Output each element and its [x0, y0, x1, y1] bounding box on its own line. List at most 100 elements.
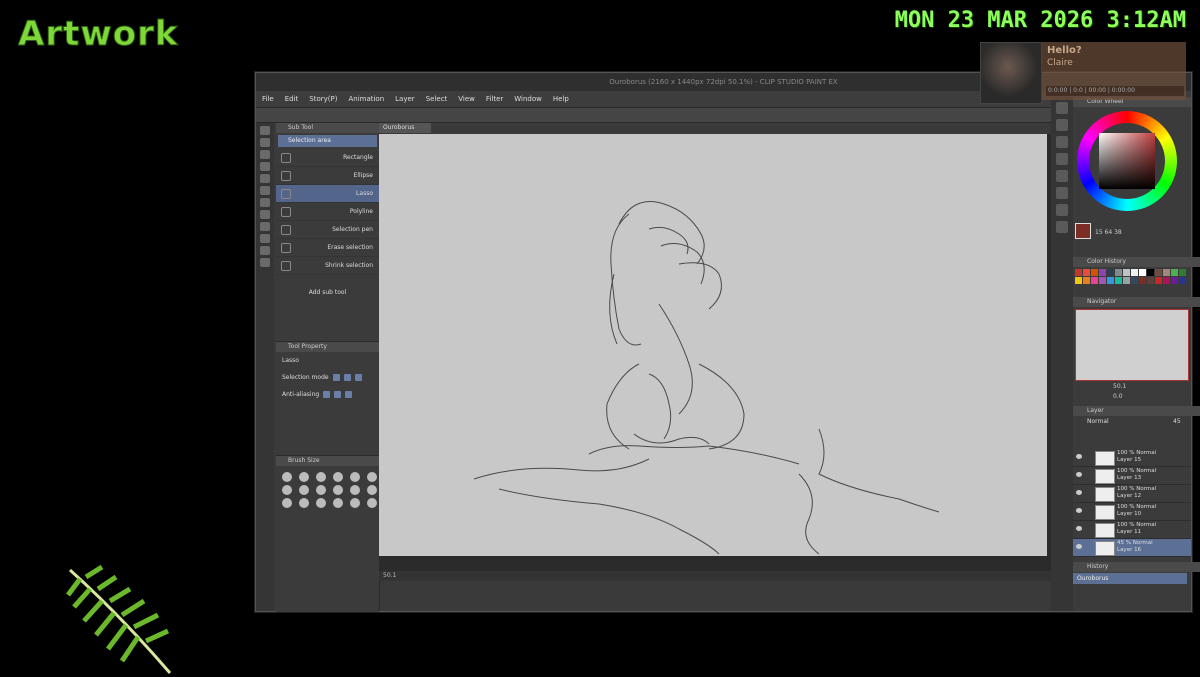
color-history-swatch[interactable]	[1171, 269, 1178, 276]
navigator-preview[interactable]	[1075, 309, 1189, 381]
sub-tool-item[interactable]: Ellipse	[276, 167, 379, 185]
layer-row[interactable]: 100 % Normal Layer 13	[1073, 467, 1191, 485]
color-history-swatch[interactable]	[1099, 269, 1106, 276]
selection-tool-icon[interactable]	[260, 162, 270, 171]
visibility-eye-icon[interactable]	[1076, 508, 1082, 513]
brush-size-preset[interactable]	[299, 485, 309, 495]
menu-layer[interactable]: Layer	[395, 95, 415, 103]
color-history-swatch[interactable]	[1163, 269, 1170, 276]
color-history-swatch[interactable]	[1131, 277, 1138, 284]
brush-size-preset[interactable]	[350, 498, 360, 508]
color-history-swatch[interactable]	[1115, 269, 1122, 276]
menu-file[interactable]: File	[262, 95, 274, 103]
brush-size-preset[interactable]	[350, 472, 360, 482]
drawing-canvas[interactable]	[379, 134, 1047, 556]
fill-tool-icon[interactable]	[260, 234, 270, 243]
sub-tool-item[interactable]: Polyline	[276, 203, 379, 221]
layer-row[interactable]: 100 % Normal Layer 11	[1073, 521, 1191, 539]
brush-size-preset[interactable]	[367, 498, 377, 508]
color-history-swatch[interactable]	[1091, 277, 1098, 284]
brush-size-preset[interactable]	[350, 485, 360, 495]
sub-tool-group[interactable]: Selection area	[278, 135, 377, 147]
color-history-swatch[interactable]	[1179, 269, 1186, 276]
eraser-tool-icon[interactable]	[260, 222, 270, 231]
add-sub-tool-button[interactable]: Add sub tool	[276, 289, 379, 296]
selection-mode-add-icon[interactable]	[343, 374, 351, 381]
visibility-eye-icon[interactable]	[1076, 454, 1082, 459]
sub-tool-item[interactable]: Selection pen	[276, 221, 379, 239]
color-history-swatch[interactable]	[1107, 269, 1114, 276]
panel-toggle-icon[interactable]	[1056, 119, 1068, 131]
visibility-eye-icon[interactable]	[1076, 544, 1082, 549]
brush-size-preset[interactable]	[316, 498, 326, 508]
anti-aliasing-strong-icon[interactable]	[345, 391, 353, 398]
menu-view[interactable]: View	[458, 95, 475, 103]
menu-select[interactable]: Select	[426, 95, 448, 103]
zoom-tool-icon[interactable]	[260, 126, 270, 135]
visibility-eye-icon[interactable]	[1076, 526, 1082, 531]
brush-size-preset[interactable]	[316, 472, 326, 482]
color-history-swatch[interactable]	[1139, 277, 1146, 284]
current-color-swatch[interactable]	[1075, 223, 1091, 239]
color-history-swatch[interactable]	[1099, 277, 1106, 284]
panel-toggle-icon[interactable]	[1056, 187, 1068, 199]
color-history-swatch[interactable]	[1083, 277, 1090, 284]
selection-mode-sub-icon[interactable]	[354, 374, 362, 381]
saturation-square[interactable]	[1099, 133, 1155, 189]
color-history-swatch[interactable]	[1123, 277, 1130, 284]
text-tool-icon[interactable]	[260, 246, 270, 255]
menu-edit[interactable]: Edit	[285, 95, 299, 103]
panel-toggle-icon[interactable]	[1056, 136, 1068, 148]
brush-size-preset[interactable]	[333, 472, 343, 482]
pencil-tool-icon[interactable]	[260, 198, 270, 207]
layer-row[interactable]: 45 % Normal Layer 16	[1073, 539, 1191, 557]
menu-help[interactable]: Help	[553, 95, 569, 103]
brush-size-preset[interactable]	[282, 498, 292, 508]
brush-size-preset[interactable]	[367, 485, 377, 495]
color-history-swatch[interactable]	[1075, 269, 1082, 276]
history-item[interactable]: Ouroborus	[1073, 573, 1187, 584]
panel-toggle-icon[interactable]	[1056, 102, 1068, 114]
brush-size-preset[interactable]	[316, 485, 326, 495]
color-history-swatch[interactable]	[1147, 277, 1154, 284]
layer-row[interactable]: 100 % Normal Layer 12	[1073, 485, 1191, 503]
menu-story[interactable]: Story(P)	[309, 95, 337, 103]
layer-blend-mode[interactable]: Normal	[1087, 418, 1109, 425]
color-history-swatch[interactable]	[1163, 277, 1170, 284]
brush-size-preset[interactable]	[333, 498, 343, 508]
visibility-eye-icon[interactable]	[1076, 472, 1082, 477]
color-history-swatch[interactable]	[1091, 269, 1098, 276]
color-history-swatch[interactable]	[1155, 269, 1162, 276]
color-history-swatch[interactable]	[1155, 277, 1162, 284]
layer-row[interactable]: 100 % Normal Layer 10	[1073, 503, 1191, 521]
brush-size-preset[interactable]	[282, 472, 292, 482]
sub-tool-item[interactable]: Shrink selection	[276, 257, 379, 275]
layer-opacity[interactable]: 45	[1173, 418, 1181, 425]
anti-aliasing-weak-icon[interactable]	[334, 391, 342, 398]
color-history-swatch[interactable]	[1075, 277, 1082, 284]
move-tool-icon[interactable]	[260, 138, 270, 147]
panel-toggle-icon[interactable]	[1056, 153, 1068, 165]
color-history-swatch[interactable]	[1123, 269, 1130, 276]
color-history-swatch[interactable]	[1107, 277, 1114, 284]
eyedropper-tool-icon[interactable]	[260, 174, 270, 183]
layer-row[interactable]: 100 % Normal Layer 15	[1073, 449, 1191, 467]
panel-toggle-icon[interactable]	[1056, 204, 1068, 216]
panel-toggle-icon[interactable]	[1056, 170, 1068, 182]
document-tab[interactable]: Ouroborus	[379, 123, 431, 133]
color-history-swatch[interactable]	[1083, 269, 1090, 276]
brush-size-preset[interactable]	[333, 485, 343, 495]
sub-tool-item[interactable]: Erase selection	[276, 239, 379, 257]
color-history-swatch[interactable]	[1179, 277, 1186, 284]
color-history-swatch[interactable]	[1115, 277, 1122, 284]
brush-tool-icon[interactable]	[260, 210, 270, 219]
visibility-eye-icon[interactable]	[1076, 490, 1082, 495]
brush-size-preset[interactable]	[299, 472, 309, 482]
brush-size-preset[interactable]	[367, 472, 377, 482]
color-history-swatch[interactable]	[1139, 269, 1146, 276]
sub-tool-item[interactable]: Rectangle	[276, 149, 379, 167]
figure-tool-icon[interactable]	[260, 258, 270, 267]
brush-size-preset[interactable]	[299, 498, 309, 508]
anti-aliasing-none-icon[interactable]	[323, 391, 331, 398]
color-history-swatch[interactable]	[1171, 277, 1178, 284]
